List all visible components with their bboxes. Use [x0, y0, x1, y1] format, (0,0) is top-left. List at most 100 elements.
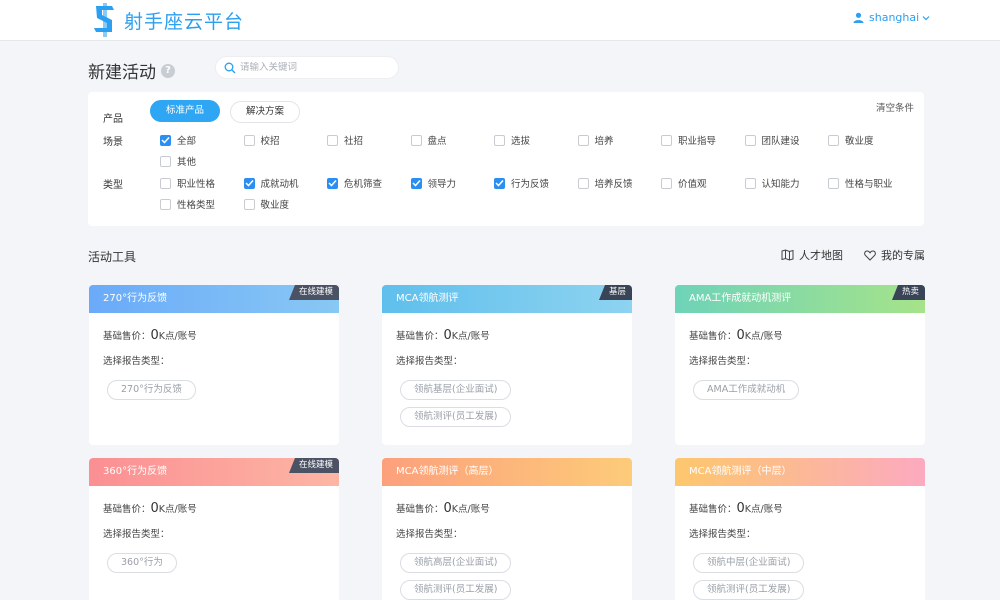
checkbox[interactable] [243, 134, 255, 146]
report-type-tag[interactable]: 领航中层(企业面试) [693, 553, 805, 573]
option-label: 敬业度 [260, 200, 290, 211]
checkbox[interactable] [160, 198, 171, 210]
type-option[interactable]: 危机筛查 [327, 176, 382, 190]
report-type-tag[interactable]: 270°行为反馈 [107, 380, 196, 400]
checkbox[interactable] [160, 155, 171, 167]
search-input[interactable] [240, 62, 390, 73]
type-option[interactable]: 价值观 [661, 176, 707, 190]
report-type-tag[interactable]: AMA工作成就动机 [693, 380, 800, 400]
report-type-tag[interactable]: 领航测评(员工发展) [400, 407, 512, 427]
checkbox[interactable] [160, 134, 171, 146]
option-label: 性格与职业 [845, 179, 893, 190]
checkbox[interactable] [160, 177, 171, 189]
checkbox[interactable] [661, 134, 672, 146]
card-price: 基础售价： 0 K点/账号 [689, 328, 783, 343]
price-value: 0 [150, 501, 159, 516]
checkbox[interactable] [410, 134, 422, 146]
tool-card[interactable]: MCA领航测评（高层） 基础售价： 0 K点/账号 选择报告类型： 领航高层(企业面试) 领… [382, 458, 632, 600]
option-label: 危机筛查 [344, 179, 383, 190]
option-label: 敬业度 [845, 136, 874, 147]
scene-option[interactable]: 校招 [243, 133, 280, 147]
type-option[interactable]: 成就动机 [243, 176, 299, 190]
clear-filters-link[interactable]: 清空条件 [876, 100, 914, 114]
user-menu[interactable]: shanghai [853, 11, 935, 24]
product-pill-standard[interactable]: 标准产品 [150, 100, 220, 122]
scene-option[interactable]: 职业指导 [661, 133, 716, 147]
scene-option[interactable]: 其他 [160, 154, 196, 168]
checkbox[interactable] [577, 134, 589, 146]
type-option[interactable]: 行为反馈 [494, 176, 549, 190]
scene-option[interactable]: 全部 [160, 133, 196, 147]
report-type-tag[interactable]: 领航测评(员工发展) [693, 580, 805, 600]
card-header: AMA工作成就动机测评 热卖 [675, 285, 925, 313]
card-title: 270°行为反馈 [103, 293, 168, 304]
check-icon [161, 136, 170, 144]
product-pill-solution[interactable]: 解决方案 [230, 101, 300, 123]
checkbox[interactable] [243, 198, 255, 210]
logo-icon [94, 3, 114, 37]
type-option[interactable]: 敬业度 [243, 197, 290, 211]
checkbox[interactable] [744, 134, 756, 146]
option-label: 职业性格 [177, 179, 216, 190]
checkbox[interactable] [661, 177, 672, 189]
checkbox[interactable] [828, 134, 839, 146]
type-option[interactable]: 培养反馈 [577, 176, 633, 190]
price-prefix: 基础售价： [103, 504, 151, 515]
checkbox[interactable] [243, 177, 255, 189]
checkbox[interactable] [577, 177, 589, 189]
tool-card[interactable]: MCA领航测评 基层 基础售价： 0 K点/账号 选择报告类型： 领航基层(企业面试) 领航测… [382, 285, 632, 445]
tool-card[interactable]: MCA领航测评（中层） 基础售价： 0 K点/账号 选择报告类型： 领航中层(企业面试) 领… [675, 458, 925, 600]
scene-option[interactable]: 盘点 [410, 133, 447, 147]
help-icon[interactable]: ? [161, 63, 175, 78]
report-type-label: 选择报告类型： [396, 356, 463, 367]
price-suffix: K点/账号 [158, 331, 197, 342]
price-prefix: 基础售价： [103, 331, 151, 342]
option-label: 价值观 [678, 179, 707, 190]
talent-map-link[interactable]: 人才地图 [781, 247, 843, 263]
scene-option[interactable]: 培养 [577, 133, 614, 147]
price-prefix: 基础售价： [396, 331, 444, 342]
search-icon [224, 62, 236, 73]
price-prefix: 基础售价： [689, 331, 737, 342]
scene-option[interactable]: 敬业度 [828, 133, 874, 147]
card-header: MCA领航测评（中层） [675, 458, 925, 486]
checkbox[interactable] [327, 177, 338, 189]
card-header: MCA领航测评 基层 [382, 285, 632, 313]
type-option[interactable]: 认知能力 [744, 176, 800, 190]
report-type-tag[interactable]: 领航基层(企业面试) [400, 380, 512, 400]
page-title: 新建活动 ? [88, 58, 175, 83]
type-option[interactable]: 职业性格 [160, 176, 215, 190]
type-option[interactable]: 领导力 [410, 176, 456, 190]
price-value: 0 [443, 501, 452, 516]
report-type-tag[interactable]: 360°行为 [107, 553, 177, 573]
type-option[interactable]: 性格与职业 [828, 176, 893, 190]
checkbox[interactable] [410, 177, 422, 189]
favorites-link[interactable]: 我的专属 [864, 247, 925, 263]
option-label: 培养反馈 [594, 179, 633, 190]
tool-card[interactable]: AMA工作成就动机测评 热卖 基础售价： 0 K点/账号 选择报告类型： AMA工作成就动机 [675, 285, 925, 445]
card-price: 基础售价： 0 K点/账号 [396, 501, 490, 516]
product-label: 产品 [103, 114, 123, 125]
logo[interactable]: 射手座云平台 [92, 2, 244, 38]
report-type-tag[interactable]: 领航测评(员工发展) [400, 580, 512, 600]
checkbox[interactable] [828, 177, 839, 189]
option-label: 盘点 [427, 136, 447, 147]
search-box[interactable] [215, 56, 399, 79]
tool-card[interactable]: 270°行为反馈 在线建模 基础售价： 0 K点/账号 选择报告类型： 270°行为反馈 [89, 285, 339, 445]
card-badge: 热卖 [891, 285, 925, 300]
card-title: 360°行为反馈 [103, 466, 168, 477]
scene-option[interactable]: 团队建设 [744, 133, 800, 147]
section-title: 活动工具 [88, 250, 137, 264]
card-header: MCA领航测评（高层） [382, 458, 632, 486]
checkbox[interactable] [494, 177, 505, 189]
card-price: 基础售价： 0 K点/账号 [103, 328, 197, 343]
checkbox[interactable] [744, 177, 756, 189]
scene-option[interactable]: 选拔 [494, 133, 530, 147]
checkbox[interactable] [494, 134, 505, 146]
scene-label: 场景 [103, 137, 123, 148]
report-type-tag[interactable]: 领航高层(企业面试) [400, 553, 512, 573]
checkbox[interactable] [327, 134, 338, 146]
tool-card[interactable]: 360°行为反馈 在线建模 基础售价： 0 K点/账号 选择报告类型： 360°行为 [89, 458, 339, 600]
scene-option[interactable]: 社招 [327, 133, 363, 147]
type-option[interactable]: 性格类型 [160, 197, 215, 211]
